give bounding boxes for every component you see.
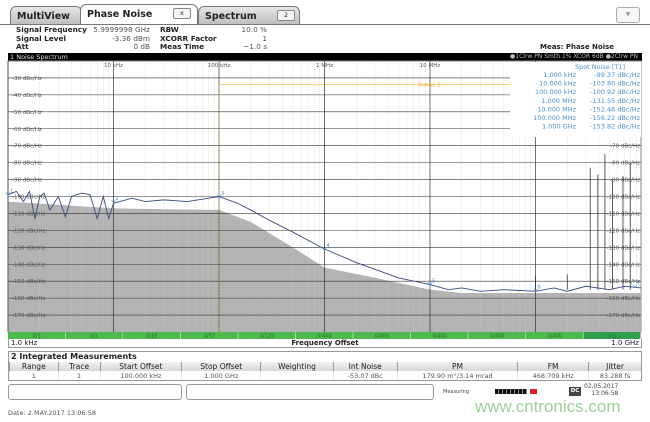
integrated-title: 2 Integrated Measurements [11,352,137,361]
range-label: Range 1 [418,83,441,89]
table-cell: 1 [9,371,59,380]
y-tick-label-left: -160 dBc/Hz [12,296,46,302]
y-tick-label-left: -50 dBc/Hz [12,110,42,116]
marker-label: 5 [432,278,435,284]
table-row: 1 1 100.000 kHz 1.000 GHz -53.07 dBc 179.90 m… [9,371,641,380]
column-header: PM [396,362,518,371]
overload-indicator [530,389,537,394]
marker-label: 1 [10,188,13,194]
y-tick-label-left: -40 dBc/Hz [12,93,42,99]
column-header: Weighting [260,362,334,371]
y-tick-label-left: -120 dBc/Hz [12,228,46,234]
y-tick-label-left: -140 dBc/Hz [12,262,46,268]
table-cell: 468.709 kHz [517,371,589,380]
y-tick-label-left: -60 dBc/Hz [12,127,42,133]
x-stop-label: 1.0 GHz [611,339,639,347]
spot-noise-value: -103.80 dBc/Hz [590,80,640,88]
y-tick-label-left: -80 dBc/Hz [12,161,42,167]
column-header: Trace [57,362,101,371]
status-field-left [8,384,182,400]
spot-noise-offset: 1.000 GHz [542,123,577,131]
spot-noise-offset: 1.000 MHz [541,97,576,105]
spot-noise-offset: 1.000 kHz [543,71,576,79]
column-header: Jitter [588,362,641,371]
spot-noise-offset: 100.000 kHz [535,88,577,96]
spot-noise-value: -156.22 dBc/Hz [590,114,640,122]
y-tick-label-right: -70 dBc/Hz [610,144,640,150]
y-tick-label-left: -70 dBc/Hz [12,144,42,150]
spot-noise-value: -152.46 dBc/Hz [590,105,640,113]
measuring-label: Measuring [443,389,470,395]
table-cell: 1.000 GHz [181,371,261,380]
y-tick-label-left: -170 dBc/Hz [12,313,46,319]
x-axis-bar: 1.0 kHz Frequency Offset 1.0 GHz [8,339,642,348]
marker-label: 2 [116,196,119,202]
spot-noise-offset: 100.000 MHz [533,114,576,122]
column-header: Start Offset [99,362,182,371]
marker-label: 4 [327,243,330,249]
y-tick-label-right: -170 dBc/Hz [607,313,641,319]
table-cell: 83.288 fs [588,371,641,380]
y-tick-label-left: -110 dBc/Hz [12,211,46,217]
column-header: Int Noise [332,362,398,371]
noise-spectrum-chart: Range 1 -30 dBc/Hz -40 dBc/Hz -50 dBc/Hz -60… [5,60,642,340]
table-cell [260,371,334,380]
column-header: Range [9,362,59,371]
spot-noise-value: -100.92 dBc/Hz [590,88,640,96]
dc-coupling-badge: DC [569,387,581,396]
y-tick-label-left: -130 dBc/Hz [12,245,46,251]
watermark: www.cntronics.com [475,397,621,416]
marker-label: 3 [221,191,224,197]
table-cell: 1 [57,371,101,380]
spot-noise-value: -99.37 dBc/Hz [594,71,640,79]
table-cell: 100.000 kHz [99,371,182,380]
y-tick-label-right: -80 dBc/Hz [610,161,640,167]
column-header: FM [517,362,589,371]
x-axis-title: Frequency Offset [291,339,359,347]
y-tick-label-left: -30 dBc/Hz [12,76,42,82]
table-cell: 179.90 m°/3.14 mrad [396,371,518,380]
status-message-field [186,384,434,400]
status-time: 13:06:58 [591,390,619,397]
marker-label: 7 [637,281,640,287]
x-tick-label: 1 MHz [316,63,333,69]
y-tick-label-right: -90 dBc/Hz [610,178,640,184]
spot-noise-title: Spot Noise [T1] [575,63,625,71]
x-tick-label: 10 MHz [420,63,441,69]
footer-date: Date: 2.MAY.2017 13:06:58 [8,409,97,417]
status-datetime: 02.05.2017 13:06:58 [584,383,618,397]
spot-noise-value: -131.55 dBc/Hz [590,97,640,105]
y-tick-label-right: -160 dBc/Hz [607,296,641,302]
spot-noise-value: -153.82 dBc/Hz [590,123,640,131]
integrated-measurements-table: 2 Integrated Measurements Range Trace Star… [8,351,642,381]
status-date: 02.05.2017 [584,383,619,390]
x-tick-label: 100 kHz [208,63,231,69]
marker-label: 6 [538,285,541,291]
spot-noise-offset: 10.000 MHz [537,105,576,113]
y-tick-label-left: -150 dBc/Hz [12,279,46,285]
column-header: Stop Offset [181,362,261,371]
y-tick-label-left: -90 dBc/Hz [12,178,42,184]
spot-noise-offset: 10.000 kHz [539,80,576,88]
progress-bar [495,389,527,394]
x-tick-label: 10 kHz [104,63,123,69]
table-cell: -53.07 dBc [332,371,398,380]
